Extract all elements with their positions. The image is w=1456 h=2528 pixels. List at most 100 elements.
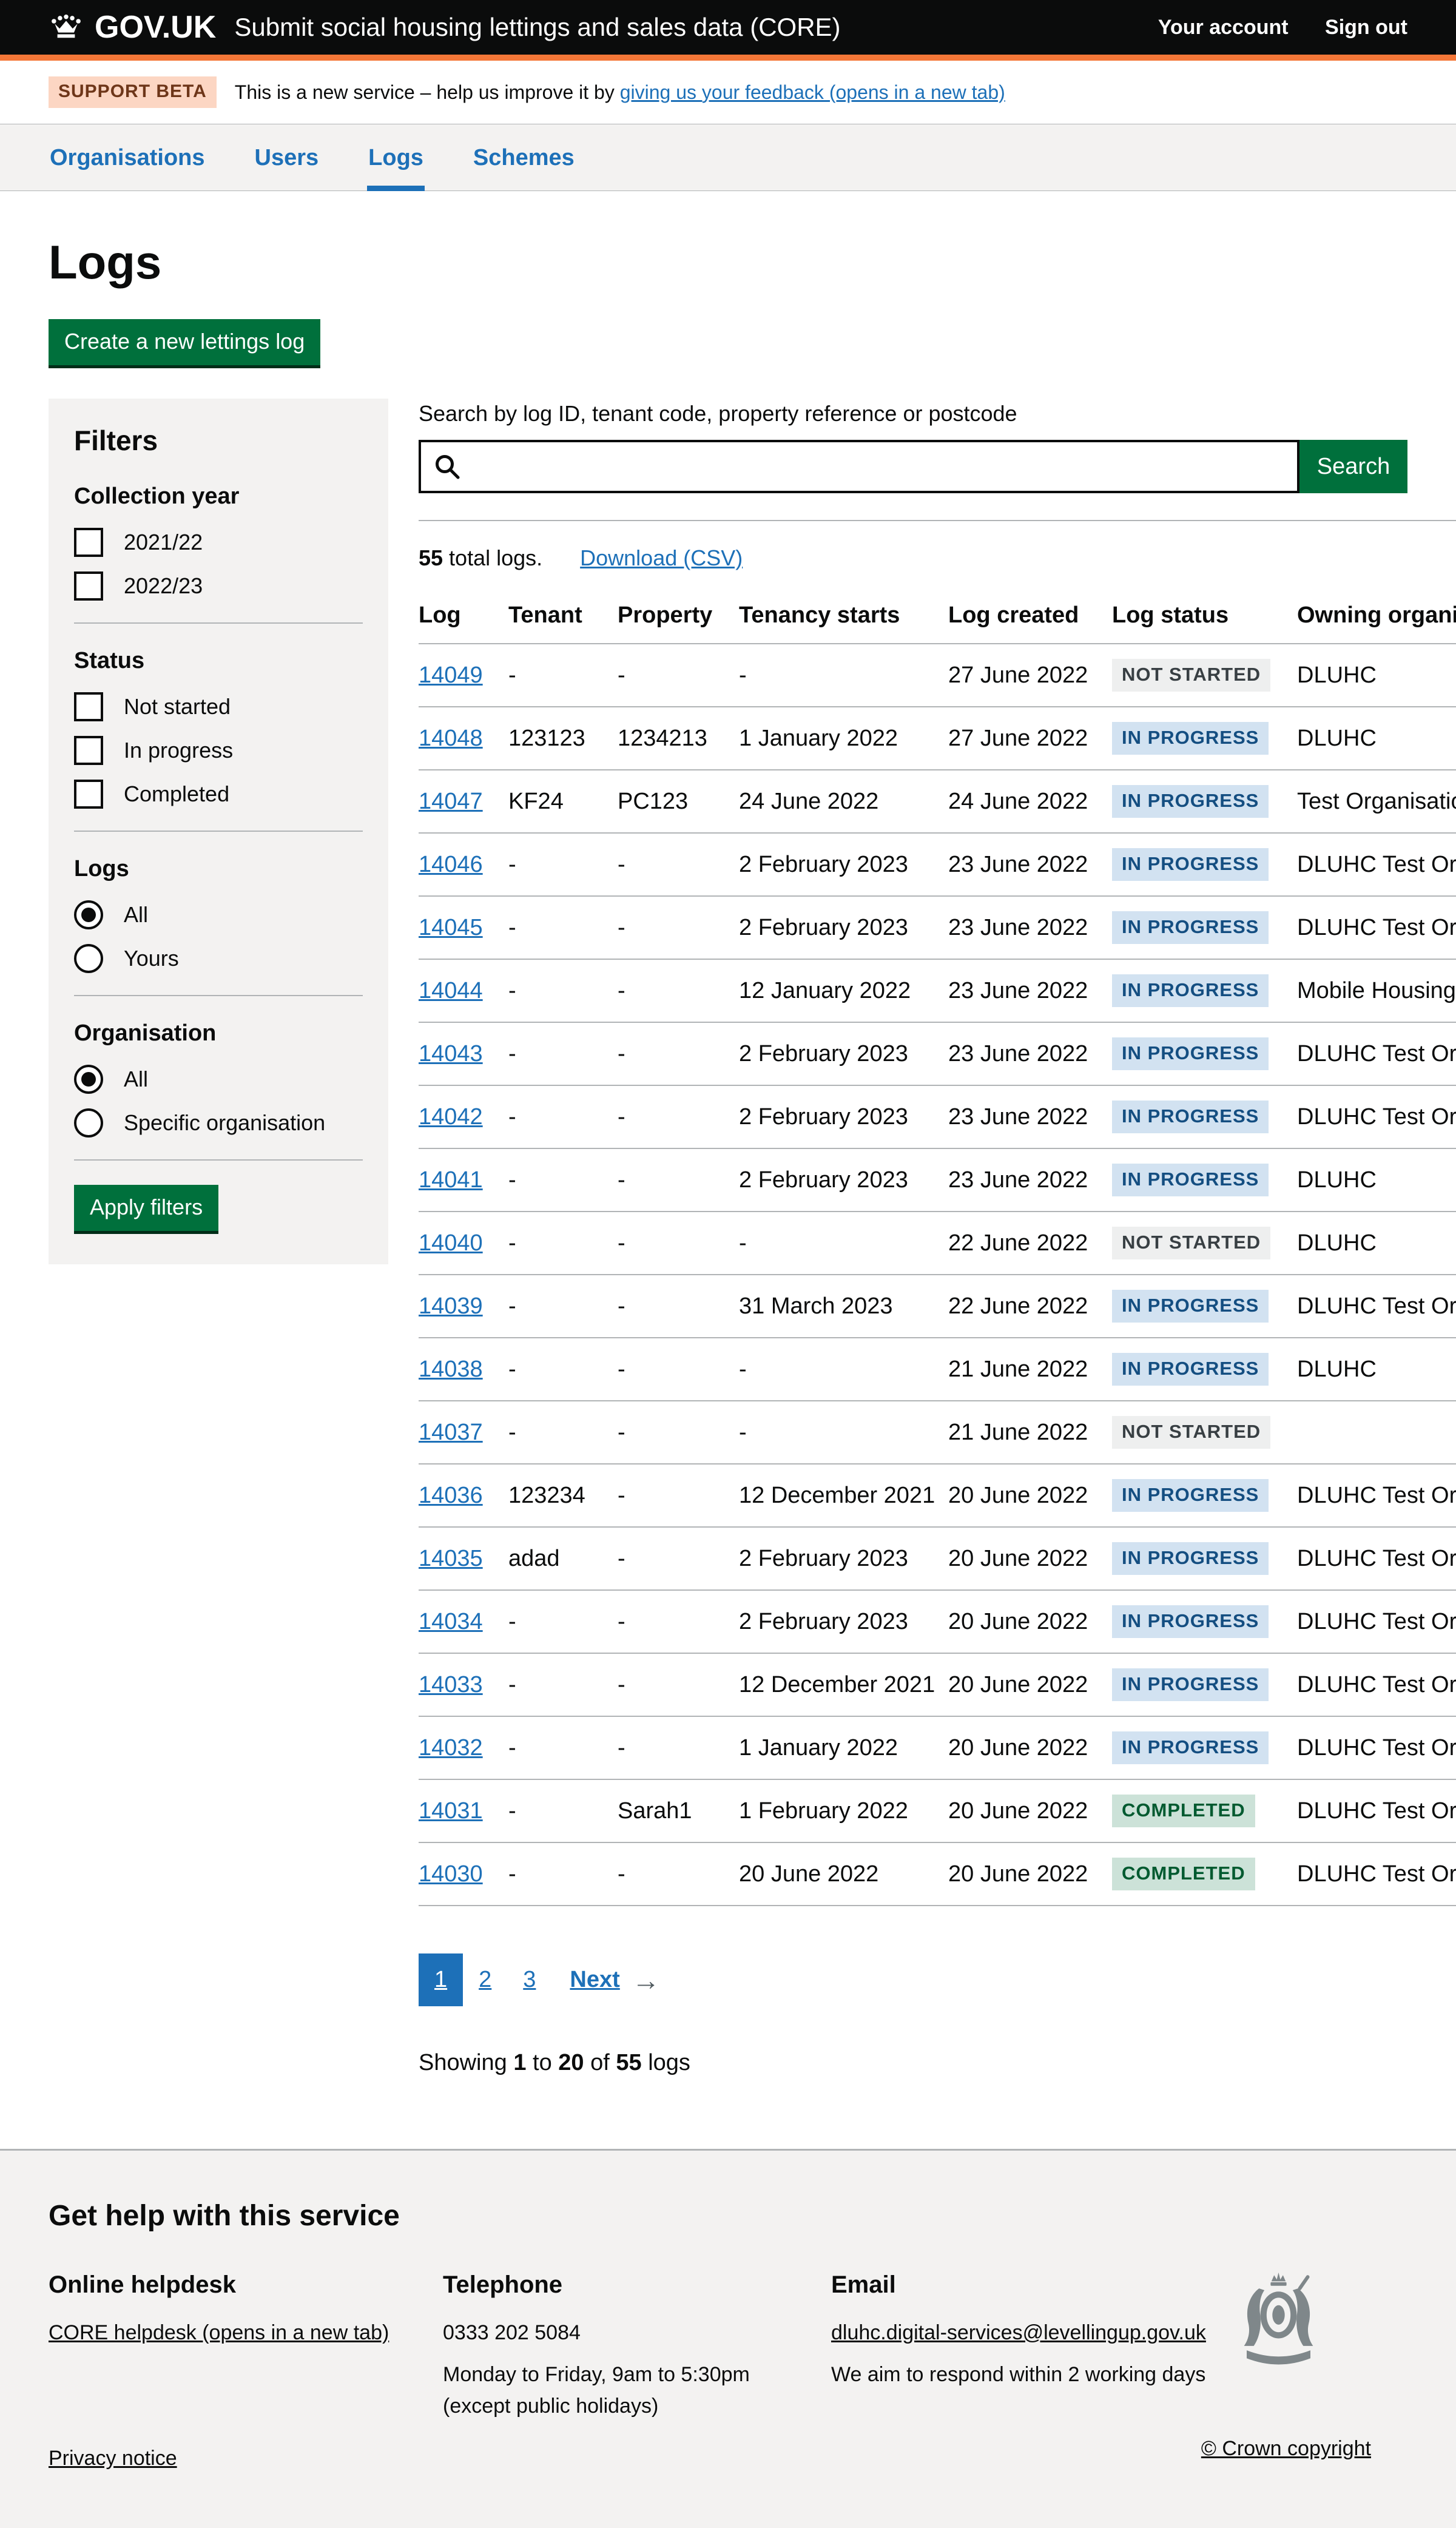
checkbox-unchecked-icon[interactable] [74, 736, 103, 765]
log-id-link[interactable]: 14030 [419, 1861, 483, 1887]
apply-filters-button[interactable]: Apply filters [74, 1185, 218, 1231]
column-header-log-status: Log status [1112, 579, 1297, 644]
status-badge: IN PROGRESS [1112, 1037, 1269, 1070]
filters-panel: Filters Collection year2021/222022/23Sta… [49, 399, 388, 1264]
property-cell: Sarah1 [618, 1779, 739, 1842]
log-id-link[interactable]: 14039 [419, 1293, 483, 1319]
owning-organisation-cell: DLUHC Test Org [1297, 833, 1456, 896]
log-id-link[interactable]: 14046 [419, 852, 483, 877]
checkbox-option-completed[interactable]: Completed [74, 780, 363, 809]
checkbox-unchecked-icon[interactable] [74, 571, 103, 601]
radio-checked-icon[interactable] [74, 1065, 103, 1094]
sign-out-link[interactable]: Sign out [1325, 16, 1407, 39]
radio-checked-icon[interactable] [74, 900, 103, 929]
radio-unchecked-icon[interactable] [74, 1108, 103, 1138]
option-label: Yours [124, 946, 179, 971]
log-status-cell: IN PROGRESS [1112, 1022, 1297, 1085]
govuk-home-link[interactable]: GOV.UK [49, 9, 216, 46]
log-id-link[interactable]: 14031 [419, 1798, 483, 1824]
table-row: 14036123234-12 December 202120 June 2022… [419, 1464, 1456, 1527]
service-name-link[interactable]: Submit social housing lettings and sales… [234, 13, 840, 42]
property-cell: - [618, 833, 739, 896]
checkbox-option-2022-23[interactable]: 2022/23 [74, 571, 363, 601]
log-id-link[interactable]: 14047 [419, 789, 483, 814]
log-status-cell: IN PROGRESS [1112, 1085, 1297, 1148]
tab-logs[interactable]: Logs [367, 124, 425, 191]
create-lettings-log-button[interactable]: Create a new lettings log [49, 319, 320, 365]
owning-organisation-cell: DLUHC Test Org [1297, 896, 1456, 959]
page-3-link[interactable]: 3 [507, 1953, 551, 2006]
radio-option-all[interactable]: All [74, 900, 363, 929]
crown-copyright-link[interactable]: © Crown copyright [1201, 2437, 1371, 2461]
privacy-notice-link[interactable]: Privacy notice [49, 2447, 177, 2470]
table-row: 14040---22 June 2022NOT STARTEDDLUHC [419, 1212, 1456, 1275]
radio-option-specific-organisation[interactable]: Specific organisation [74, 1108, 363, 1138]
log-id-link[interactable]: 14048 [419, 726, 483, 751]
status-badge: IN PROGRESS [1112, 1164, 1269, 1196]
feedback-link[interactable]: giving us your feedback (opens in a new … [620, 81, 1005, 103]
log-status-cell: IN PROGRESS [1112, 833, 1297, 896]
log-id-link[interactable]: 14036 [419, 1483, 483, 1508]
checkbox-option-in-progress[interactable]: In progress [74, 736, 363, 765]
tab-schemes[interactable]: Schemes [472, 124, 576, 191]
log-created-cell: 20 June 2022 [948, 1779, 1112, 1842]
total-logs-count: 55 [419, 545, 443, 570]
log-cell: 14045 [419, 896, 508, 959]
log-id-link[interactable]: 14042 [419, 1104, 483, 1130]
table-row: 14041--2 February 202323 June 2022IN PRO… [419, 1148, 1456, 1212]
log-id-link[interactable]: 14040 [419, 1230, 483, 1256]
showing-results-text: Showing 1 to 20 of 55 logs [419, 2050, 1407, 2076]
checkbox-unchecked-icon[interactable] [74, 528, 103, 557]
search-label: Search by log ID, tenant code, property … [419, 401, 1407, 426]
log-id-link[interactable]: 14044 [419, 978, 483, 1003]
checkbox-unchecked-icon[interactable] [74, 692, 103, 721]
your-account-link[interactable]: Your account [1158, 16, 1289, 39]
search-input[interactable] [419, 440, 1299, 493]
tenant-cell: - [508, 1653, 618, 1716]
page-1-current-link[interactable]: 1 [419, 1953, 463, 2006]
next-page-link[interactable]: Next [570, 1967, 619, 1993]
column-header-owning-organisation: Owning organisation [1297, 579, 1456, 644]
column-header-log: Log [419, 579, 508, 644]
log-id-link[interactable]: 14041 [419, 1167, 483, 1193]
option-label: In progress [124, 738, 233, 763]
checkbox-option-2021-22[interactable]: 2021/22 [74, 528, 363, 557]
log-id-link[interactable]: 14038 [419, 1357, 483, 1382]
log-id-link[interactable]: 14037 [419, 1420, 483, 1445]
log-id-link[interactable]: 14045 [419, 915, 483, 940]
search-button[interactable]: Search [1299, 440, 1407, 493]
checkbox-unchecked-icon[interactable] [74, 780, 103, 809]
owning-organisation-cell: DLUHC Test Org [1297, 1653, 1456, 1716]
account-nav: Your account Sign out [1124, 16, 1407, 39]
log-created-cell: 21 June 2022 [948, 1401, 1112, 1464]
support-beta-tag: SUPPORT BETA [49, 76, 217, 108]
log-cell: 14030 [419, 1842, 508, 1906]
log-created-cell: 23 June 2022 [948, 1148, 1112, 1212]
log-id-link[interactable]: 14043 [419, 1041, 483, 1067]
log-created-cell: 24 June 2022 [948, 770, 1112, 833]
log-cell: 14043 [419, 1022, 508, 1085]
divider [74, 831, 363, 832]
page-2-link[interactable]: 2 [463, 1953, 507, 2006]
filter-section-collection-year: Collection year2021/222022/23 [74, 484, 363, 601]
radio-unchecked-icon[interactable] [74, 944, 103, 973]
log-id-link[interactable]: 14035 [419, 1546, 483, 1571]
status-badge: IN PROGRESS [1112, 1353, 1269, 1386]
radio-option-yours[interactable]: Yours [74, 944, 363, 973]
core-helpdesk-link[interactable]: CORE helpdesk (opens in a new tab) [49, 2321, 389, 2344]
radio-option-all[interactable]: All [74, 1065, 363, 1094]
tab-organisations[interactable]: Organisations [49, 124, 206, 191]
arrow-right-icon: → [632, 1964, 660, 1997]
tenant-cell: 123123 [508, 707, 618, 770]
log-id-link[interactable]: 14049 [419, 662, 483, 688]
log-id-link[interactable]: 14034 [419, 1609, 483, 1634]
owning-organisation-cell: DLUHC Test Org [1297, 1275, 1456, 1338]
email-link[interactable]: dluhc.digital-services@levellingup.gov.u… [831, 2321, 1206, 2344]
download-csv-link[interactable]: Download (CSV) [580, 545, 743, 571]
log-id-link[interactable]: 14033 [419, 1672, 483, 1697]
status-badge: IN PROGRESS [1112, 974, 1269, 1007]
checkbox-option-not-started[interactable]: Not started [74, 692, 363, 721]
tab-users[interactable]: Users [254, 124, 320, 191]
log-id-link[interactable]: 14032 [419, 1735, 483, 1761]
tenant-cell: - [508, 1590, 618, 1653]
